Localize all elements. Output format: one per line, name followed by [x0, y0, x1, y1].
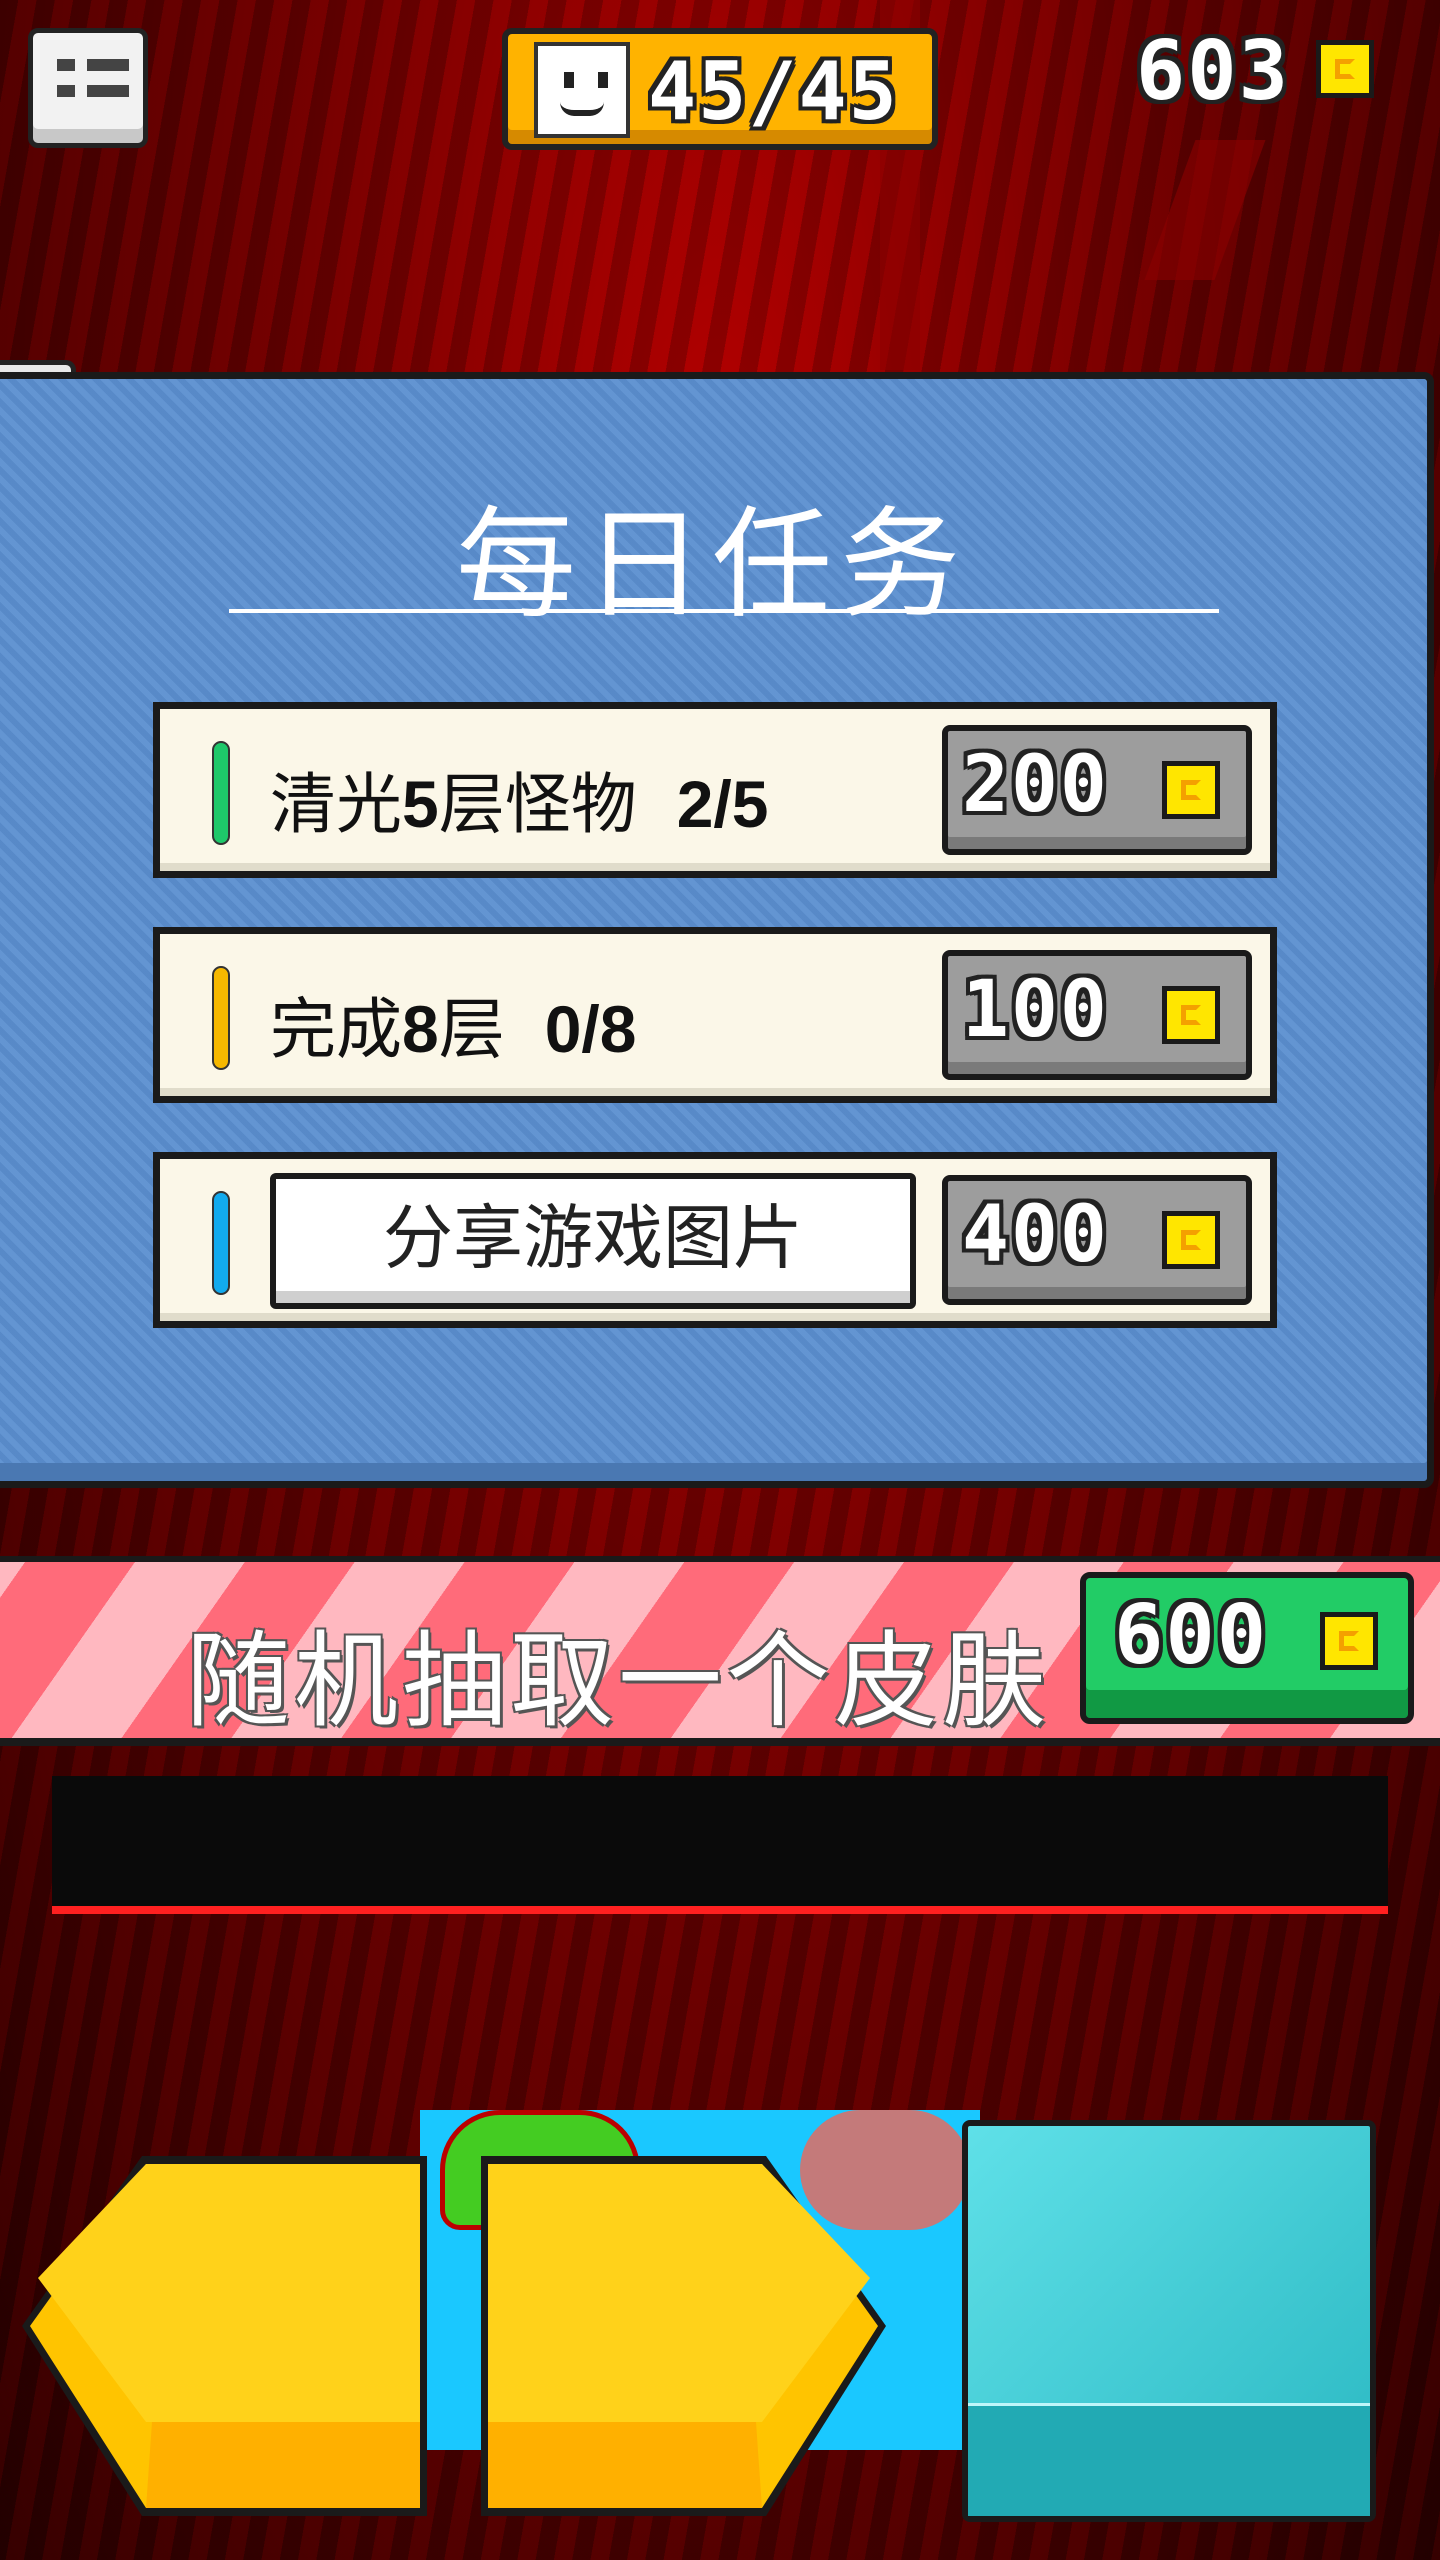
share-image-button[interactable]: 分享游戏图片	[270, 1173, 916, 1309]
task-label: 完成8层 0/8	[270, 991, 637, 1068]
coin-total: 603	[1135, 24, 1290, 119]
menu-button[interactable]	[28, 28, 148, 148]
reward-amount: 200	[962, 740, 1109, 830]
next-arrow-button[interactable]	[476, 2156, 886, 2516]
task-row: 清光5层怪物 2/5 200	[153, 702, 1277, 878]
previous-arrow-button[interactable]	[22, 2156, 432, 2516]
player-face-icon	[534, 42, 630, 138]
reward-button[interactable]: 100	[942, 950, 1252, 1080]
task-label: 清光5层怪物 2/5	[270, 766, 769, 843]
skin-price: 600	[1114, 1588, 1269, 1683]
coin-icon	[1162, 986, 1220, 1044]
level-counter: 45/45	[502, 28, 938, 150]
task-status-indicator	[212, 741, 230, 845]
task-progress: 0/8	[544, 992, 637, 1066]
random-skin-label: 随机抽取一个皮肤	[186, 1620, 1051, 1742]
task-row: 完成8层 0/8 100	[153, 927, 1277, 1103]
info-strip	[52, 1776, 1388, 1914]
reward-amount: 100	[962, 965, 1109, 1055]
panel-title: 每日任务	[456, 496, 968, 635]
task-progress: 2/5	[676, 767, 769, 841]
reward-amount: 400	[962, 1190, 1109, 1280]
title-divider	[229, 609, 1219, 613]
select-skin-button[interactable]	[962, 2120, 1376, 2522]
task-status-indicator	[212, 966, 230, 1070]
coin-icon	[1162, 1211, 1220, 1269]
coin-icon	[1320, 1612, 1378, 1670]
reward-button[interactable]: 400	[942, 1175, 1252, 1305]
random-skin-banner[interactable]: 随机抽取一个皮肤 600	[0, 1556, 1440, 1746]
level-text: 45/45	[648, 45, 899, 138]
daily-tasks-panel: 每日任务 清光5层怪物 2/5 200 完成8层 0/8 100 分享游戏图片 40…	[0, 372, 1434, 1488]
task-status-indicator	[212, 1191, 230, 1295]
buy-skin-button[interactable]: 600	[1080, 1572, 1414, 1724]
coin-icon	[1162, 761, 1220, 819]
task-row: 分享游戏图片 400	[153, 1152, 1277, 1328]
reward-button[interactable]: 200	[942, 725, 1252, 855]
button-base	[968, 2403, 1370, 2516]
coin-icon	[1316, 40, 1374, 98]
